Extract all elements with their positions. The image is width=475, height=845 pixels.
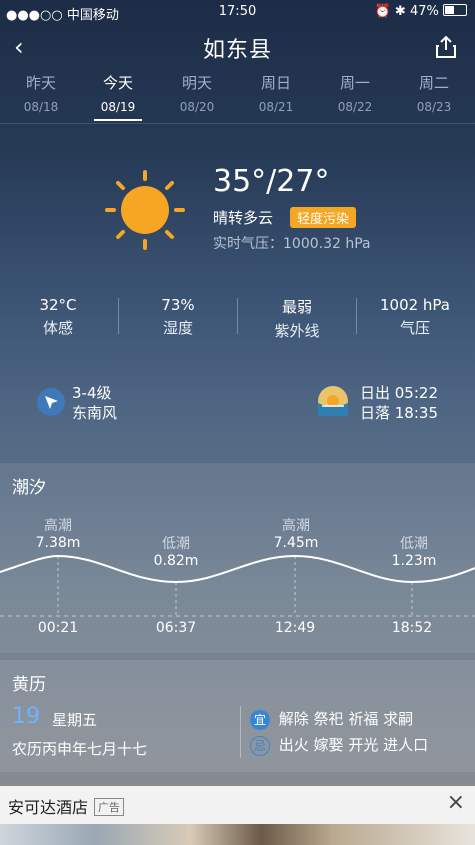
page-title: 如东县 (202, 38, 272, 63)
almanac-divider (240, 706, 241, 758)
tide-time: 06:37 (155, 620, 197, 636)
almanac-title: 黄历 (12, 675, 46, 695)
ji-items: 出火 嫁娶 开光 进人口 (278, 736, 429, 754)
sunset-time: 日落 18:35 (360, 404, 438, 422)
wind-level: 3-4级 (72, 384, 112, 402)
ji-badge: 忌 (250, 736, 270, 756)
wind-info: 3-4级 东南风 (72, 383, 117, 423)
almanac-yi-row: 宜 解除 祭祀 祈福 求嗣 (250, 708, 413, 730)
tide-title: 潮汐 (12, 478, 46, 498)
tab-sunday[interactable]: 周日 08/21 (236, 72, 316, 114)
wind-direction: 东南风 (72, 404, 118, 422)
tab-today[interactable]: 今天 08/19 (78, 72, 158, 121)
temperature-range: 35°/27° (213, 164, 330, 199)
yi-items: 解除 祭祀 祈福 求嗣 (278, 710, 414, 728)
tide-time: 12:49 (274, 620, 316, 636)
status-right: ⏰ ✱ 47% (375, 4, 467, 19)
tab-yesterday[interactable]: 昨天 08/18 (1, 72, 81, 114)
ad-title-row: 安可达酒店 广告 (8, 794, 125, 818)
stat-humidity: 73% 湿度 (161, 296, 195, 337)
tide-time: 18:52 (391, 620, 433, 636)
realtime-pressure: 实时气压：1000.32 hPa (213, 236, 371, 252)
tab-monday[interactable]: 周一 08/22 (315, 72, 395, 114)
tabs-divider (0, 123, 475, 124)
battery-icon (443, 4, 467, 16)
battery-percent: 47% (409, 4, 439, 19)
tide-time: 00:21 (37, 620, 79, 636)
stat-feels-like: 32°C 体感 (39, 296, 77, 337)
tab-tuesday[interactable]: 周二 08/23 (394, 72, 474, 114)
sunrise-icon (318, 386, 348, 416)
lunar-date: 农历丙申年七月十七 (12, 740, 148, 758)
tide-point-label: 高潮 7.45m (273, 518, 319, 551)
almanac-weekday: 星期五 (52, 711, 98, 729)
tide-curve (0, 554, 475, 617)
sunrise-time: 日出 05:22 (360, 384, 438, 402)
wind-direction-icon (37, 388, 65, 416)
ad-title: 安可达酒店 (8, 798, 89, 817)
stat-divider (237, 298, 238, 334)
stat-divider (356, 298, 357, 334)
sun-times: 日出 05:22 日落 18:35 (360, 383, 438, 423)
date-tabs: 昨天 08/18 今天 08/19 明天 08/20 周日 08/21 周一 08/22 … (0, 72, 475, 124)
stat-uv: 最弱 紫外线 (274, 298, 320, 340)
ad-image-strip (0, 824, 475, 845)
sun-icon (103, 168, 187, 252)
stat-divider (118, 298, 119, 334)
share-icon[interactable] (433, 34, 459, 60)
ad-badge: 广告 (94, 798, 125, 816)
almanac-day-number: 19 (12, 704, 40, 729)
active-tab-indicator (94, 119, 142, 121)
tide-point-label: 高潮 7.38m (35, 518, 81, 551)
weather-condition: 晴转多云 (213, 209, 274, 227)
pollution-badge[interactable]: 轻度污染 (290, 207, 357, 228)
stat-pressure: 1002 hPa 气压 (379, 296, 450, 337)
bluetooth-icon: ✱ (394, 4, 406, 19)
ad-banner[interactable]: 安可达酒店 广告 × (0, 786, 475, 845)
tab-tomorrow[interactable]: 明天 08/20 (157, 72, 237, 114)
status-bar: ●●●○○ 中国移动 17:50 ⏰ ✱ 47% (0, 0, 475, 24)
close-icon[interactable]: × (447, 790, 465, 815)
yi-badge: 宜 (250, 710, 270, 730)
almanac-ji-row: 忌 出火 嫁娶 开光 进人口 (250, 734, 428, 756)
alarm-icon: ⏰ (374, 4, 391, 19)
